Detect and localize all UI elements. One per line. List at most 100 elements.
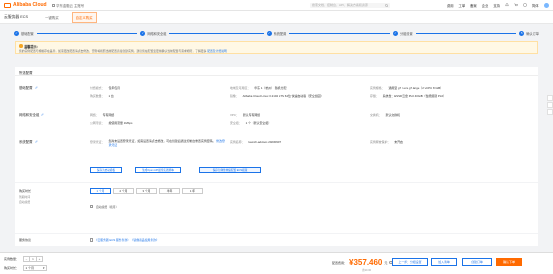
- bandwidth-key: 公网带宽：: [90, 121, 105, 125]
- step-system[interactable]: ✓ 系统配置: [266, 30, 393, 36]
- workspace-switcher[interactable]: 华东金融云 主账号: [51, 3, 84, 8]
- step-label: 确认订单: [526, 31, 539, 36]
- service-agreement-panel: 服务协议 《云服务器 ECS 服务条款》 《镜像商品使用条款》: [15, 234, 538, 246]
- save-as-template-button[interactable]: 保存为启动模板: [90, 167, 122, 173]
- expire-label: 到期时间: [19, 195, 31, 199]
- step-label: 基础配置: [21, 31, 34, 36]
- top-link-fee[interactable]: 费用: [447, 3, 454, 8]
- alibaba-cloud-logo[interactable]: Alibaba Cloud: [4, 2, 47, 8]
- duration-option-3m[interactable]: 3 个月: [136, 188, 157, 194]
- duration-option-6m[interactable]: 半年: [159, 188, 180, 194]
- billing-key: 付费模式：: [90, 86, 105, 90]
- step-check-icon: ✓: [392, 30, 398, 36]
- quantity-stepper[interactable]: − 1 +: [23, 256, 44, 262]
- vswitch-key: 交换机：: [370, 113, 382, 117]
- vpc-value: 默认专有网络: [242, 113, 261, 117]
- save-scaling-config-button[interactable]: 保存为弹性伸缩配置 ECS模版: [199, 167, 261, 173]
- step-group[interactable]: ✓ 分组设置: [392, 30, 519, 36]
- top-link-icp[interactable]: 备案: [470, 3, 477, 8]
- billing-mode: 付费模式： 包年包月: [90, 86, 120, 90]
- basic-config-section: 基础配置: [19, 85, 38, 90]
- security-group-value: 1 个（默认安全组）: [245, 121, 272, 125]
- warning-icon: [19, 44, 23, 48]
- agreement-links[interactable]: 《云服务器 ECS 服务条款》 《镜像商品使用条款》: [95, 238, 159, 242]
- storage-value: 系统盘：ESSD云盘 PL0 40GiB（性能级别 PL0）: [382, 94, 446, 98]
- user-avatar[interactable]: [543, 2, 549, 8]
- notice-text: 您的实例配置与规格存在差异，如需更改配置请点击修改，否则将按照当前配置直接创建实…: [19, 48, 207, 53]
- system-section: 系统配置: [19, 139, 38, 144]
- vswitch-info: 交换机： 默认交换机: [370, 113, 400, 117]
- instance-name-key: 实例名称：: [230, 140, 245, 144]
- top-link-ticket[interactable]: 工单: [459, 3, 466, 8]
- back-to-top-icon[interactable]: [547, 109, 553, 115]
- step-connector: [289, 32, 390, 34]
- billing-value: 包年包月: [108, 86, 121, 90]
- purchase-quantity: 购买数量： 1 台: [90, 94, 114, 98]
- edit-icon[interactable]: [41, 113, 44, 116]
- release-value: 未开启: [394, 140, 403, 144]
- step-basic[interactable]: ✓ 基础配置: [14, 30, 140, 36]
- auto-renew-checkbox[interactable]: [90, 205, 94, 209]
- image-info: 镜像： Alibaba Cloud Linux 3.2104 LTS 64位 快速…: [230, 94, 323, 98]
- bandwidth-value: 按使用流量 1Mbps: [108, 121, 133, 125]
- panel-title: 所选配置: [15, 67, 538, 76]
- create-order-button[interactable]: 创建订单: [462, 258, 492, 266]
- instance-name: 实例名称： launch-advisor-20230907: [230, 140, 281, 144]
- add-to-list-button[interactable]: 加入清单: [431, 258, 457, 266]
- edit-icon[interactable]: [35, 86, 38, 89]
- tab-quick-buy[interactable]: 一键购买: [42, 13, 62, 22]
- duration-option-1m[interactable]: 1 个月: [90, 188, 111, 194]
- total-price: ¥357.460: [349, 258, 383, 267]
- language-switcher[interactable]: 简体: [532, 3, 539, 8]
- bandwidth-info: 公网带宽： 按使用流量 1Mbps: [90, 121, 132, 125]
- duration-select[interactable]: 1 个月 ▾: [23, 265, 48, 271]
- duration-option-2m[interactable]: 2 个月: [113, 188, 134, 194]
- vswitch-value: 默认交换机: [385, 113, 401, 117]
- quantity-key: 购买数量：: [90, 94, 105, 98]
- quantity-row: 实例数量： − 1 +: [4, 256, 44, 262]
- step-connector: [169, 32, 264, 34]
- notice-body: 您的实例配置与规格存在差异，如需更改配置请点击修改，否则将按照当前配置直接创建实…: [19, 48, 534, 54]
- top-link-support[interactable]: 支持: [493, 3, 500, 8]
- bell-icon[interactable]: [505, 3, 509, 7]
- chat-tool-icon[interactable]: [547, 102, 553, 108]
- edit-icon[interactable]: [35, 140, 38, 143]
- alibaba-cloud-logo-icon: [4, 2, 11, 8]
- cart-icon[interactable]: [514, 3, 518, 7]
- duration-option-1y[interactable]: 1 年: [182, 188, 203, 194]
- network-key: 网络：: [90, 113, 99, 117]
- vpc-key: VPC：: [230, 113, 239, 117]
- image-value: Alibaba Cloud Linux 3.2104 LTS 64位 快速启动版…: [242, 94, 324, 98]
- generate-openapi-button[interactable]: 生成Open API最佳实践脚本: [135, 167, 181, 173]
- duration-label: 购买时长：: [4, 265, 20, 270]
- quantity-value: 1 台: [108, 94, 114, 98]
- step-connector: [415, 32, 517, 34]
- agreement-label: 服务协议: [19, 238, 32, 242]
- network-type: 网络： 专有网络: [90, 113, 114, 117]
- top-link-enterprise[interactable]: 企业: [482, 3, 489, 8]
- floating-side-toolbar: [547, 95, 553, 115]
- notice-link[interactable]: 配置及计费说明: [207, 49, 227, 53]
- quantity-value[interactable]: 1: [29, 256, 38, 261]
- plus-icon[interactable]: +: [37, 257, 42, 261]
- price-unit: 元: [384, 260, 388, 265]
- tab-custom-buy[interactable]: 自定义购买: [71, 11, 97, 23]
- step-network[interactable]: ✓ 网络和安全组: [140, 30, 266, 36]
- feedback-tool-icon[interactable]: [547, 95, 553, 101]
- auto-renew-label: 自动续费: [19, 200, 31, 204]
- storage-info: 存储： 系统盘：ESSD云盘 PL0 40GiB（性能级别 PL0）: [370, 94, 446, 98]
- global-search-input[interactable]: 搜索文档、控制台、API、解决方案和资源: [310, 2, 390, 8]
- image-key: 镜像：: [230, 94, 239, 98]
- logo-text: Alibaba Cloud: [13, 2, 47, 8]
- previous-step-button[interactable]: 上一步：分组设置: [392, 258, 428, 266]
- quantity-label: 实例数量：: [4, 256, 20, 261]
- login-value: 您尚未设置登录凭证，如需设置请点击修改，可在创建后通过控制台重置实例密码。: [108, 139, 216, 143]
- notice-banner: 温馨提示： 您的实例配置与规格存在差异，如需更改配置请点击修改，否则将按照当前配…: [15, 41, 538, 54]
- confirm-order-button[interactable]: 确认下单: [496, 258, 522, 266]
- agreement-checkbox-row[interactable]: 《云服务器 ECS 服务条款》 《镜像商品使用条款》: [90, 238, 159, 242]
- agreement-checkbox[interactable]: [90, 238, 94, 242]
- release-key: 实例释放保护：: [370, 140, 391, 144]
- step-confirm[interactable]: 5 确认订单: [519, 30, 539, 36]
- chevron-down-icon: ▾: [43, 265, 45, 270]
- help-icon[interactable]: [523, 3, 527, 8]
